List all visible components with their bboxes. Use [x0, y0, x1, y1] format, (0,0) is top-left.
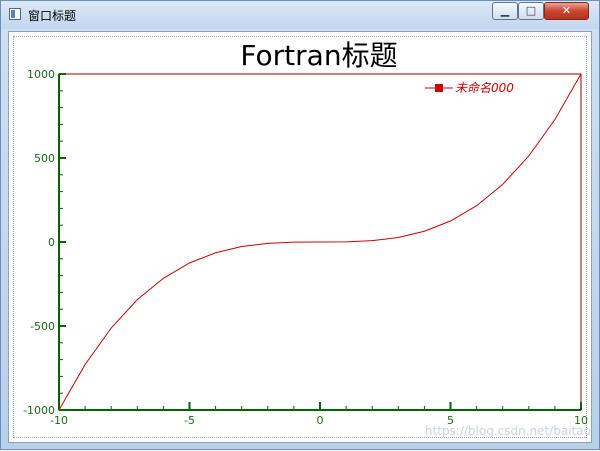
line-chart: -10 -5 0 5 10-1000-50005001000Fortran标题未命名00…	[23, 39, 591, 438]
y-tick-label: 0	[48, 236, 55, 249]
y-tick-label: 1000	[27, 68, 55, 81]
x-tick-label: -5	[184, 414, 195, 427]
app-window: 窗口标题 ▁ □ ✕ -10 -5 0 5 10 -1000 -500 0 500 1000 For…	[0, 0, 600, 450]
series-line	[58, 73, 582, 411]
watermark-text: https://blog.csdn.net/baitao	[425, 424, 591, 438]
y-tick-label: -1000	[23, 404, 55, 417]
x-tick-label: 0	[317, 414, 324, 427]
legend-marker	[435, 84, 443, 92]
y-tick-label: -500	[30, 320, 55, 333]
legend-label: 未命名000	[455, 81, 514, 95]
chart-title: Fortran标题	[240, 39, 397, 72]
y-tick-label: 500	[34, 152, 55, 165]
